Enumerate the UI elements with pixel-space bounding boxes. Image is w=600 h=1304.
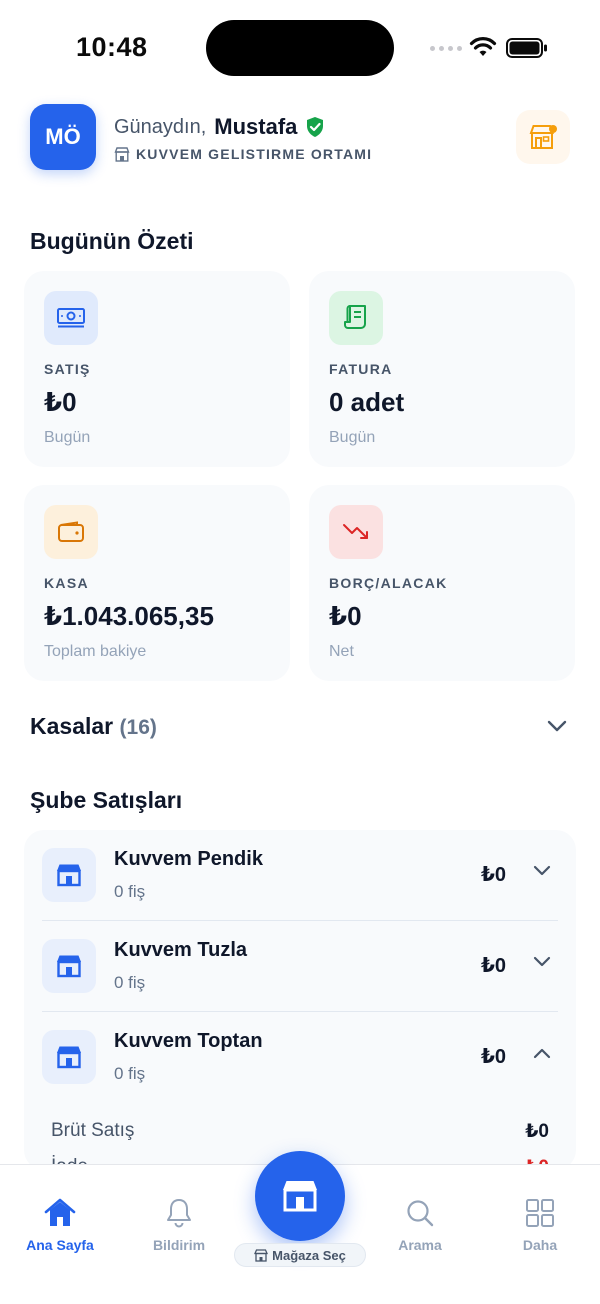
grid-icon xyxy=(526,1199,554,1227)
chevron-down-icon[interactable] xyxy=(546,718,568,734)
cashbox-sub: Toplam bakiye xyxy=(44,643,147,660)
branch-name: Kuvvem Tuzla xyxy=(114,939,247,961)
trend-down-icon xyxy=(329,505,383,559)
greeting-text: Günaydın, xyxy=(114,115,207,138)
branch-sales-panel: Kuvvem Pendik 0 fiş ₺0 Kuvvem Tuzla 0 fi… xyxy=(24,830,576,1170)
greeting: Günaydın, Mustafa xyxy=(114,114,325,140)
branch-receipts: 0 fiş xyxy=(114,1064,146,1083)
branch-name: Kuvvem Toptan xyxy=(114,1030,263,1052)
nav-search[interactable]: Arama xyxy=(365,1195,475,1253)
cashbox-value: ₺1.043.065,35 xyxy=(44,601,214,631)
status-bar: 10:48 xyxy=(0,0,600,96)
wifi-icon xyxy=(469,37,497,56)
cash-icon xyxy=(44,291,98,345)
chevron-down-icon[interactable] xyxy=(532,864,552,878)
sales-value: ₺0 xyxy=(44,387,77,417)
store-select-text: Mağaza Seç xyxy=(272,1247,346,1263)
sales-card[interactable]: SATIŞ ₺0 Bugün xyxy=(24,271,290,467)
store-icon xyxy=(114,146,130,162)
wallet-icon xyxy=(44,505,98,559)
detail-value: ₺0 xyxy=(525,1121,549,1142)
invoice-card[interactable]: FATURA 0 adet Bugün xyxy=(309,271,575,467)
debt-credit-label: BORÇ/ALACAK xyxy=(329,575,448,591)
sales-label: SATIŞ xyxy=(44,361,91,377)
nav-notifications[interactable]: Bildirim xyxy=(124,1195,234,1253)
dynamic-island xyxy=(206,20,394,76)
store-icon xyxy=(42,848,96,902)
clock: 10:48 xyxy=(76,32,148,62)
invoice-label: FATURA xyxy=(329,361,393,377)
branch-sales-title: Şube Satışları xyxy=(30,787,183,813)
chevron-down-icon[interactable] xyxy=(532,955,552,969)
organization-name: KUVVEM GELISTIRME ORTAMI xyxy=(136,146,373,162)
store-icon xyxy=(283,1181,317,1212)
branch-amount: ₺0 xyxy=(480,955,506,977)
invoice-sub: Bugün xyxy=(329,429,376,446)
store-icon xyxy=(42,1030,96,1084)
branch-amount: ₺0 xyxy=(480,1046,506,1068)
receipt-icon xyxy=(329,291,383,345)
store-icon xyxy=(254,1248,269,1262)
nav-more[interactable]: Daha xyxy=(485,1195,595,1253)
battery-icon xyxy=(506,38,547,58)
store-switch-button[interactable] xyxy=(516,110,570,164)
debt-credit-card[interactable]: BORÇ/ALACAK ₺0 Net xyxy=(309,485,575,681)
gross-sales-row: Brüt Satış ₺0 xyxy=(51,1120,549,1142)
nav-more-label: Daha xyxy=(522,1237,558,1253)
branch-receipts: 0 fiş xyxy=(114,882,146,901)
chevron-up-icon[interactable] xyxy=(532,1046,552,1060)
avatar[interactable]: MÖ xyxy=(30,104,96,170)
header: MÖ Günaydın, Mustafa KUVVEM GELISTIRME O… xyxy=(30,104,570,170)
cashbox-card[interactable]: KASA ₺1.043.065,35 Toplam bakiye xyxy=(24,485,290,681)
invoice-value: 0 adet xyxy=(329,387,405,417)
nav-search-label: Arama xyxy=(398,1237,442,1253)
store-notification-icon xyxy=(529,125,557,149)
organization-label: KUVVEM GELISTIRME ORTAMI xyxy=(114,146,372,162)
summary-title: Bugünün Özeti xyxy=(30,228,194,254)
cash-registers-title: Kasalar xyxy=(30,713,114,739)
nav-notifications-label: Bildirim xyxy=(152,1237,206,1253)
home-icon xyxy=(44,1198,76,1226)
store-select-fab[interactable] xyxy=(255,1151,345,1241)
user-name: Mustafa xyxy=(214,114,298,139)
debt-credit-value: ₺0 xyxy=(329,601,362,631)
branch-name: Kuvvem Pendik xyxy=(114,848,263,870)
branch-row-pendik[interactable]: Kuvvem Pendik 0 fiş ₺0 xyxy=(42,830,558,920)
cashbox-label: KASA xyxy=(44,575,89,591)
nav-home-label: Ana Sayfa xyxy=(26,1237,94,1253)
cash-registers-count: (16) xyxy=(119,716,157,739)
detail-label: Brüt Satış xyxy=(51,1120,135,1141)
sales-sub: Bugün xyxy=(44,429,91,446)
branch-row-tuzla[interactable]: Kuvvem Tuzla 0 fiş ₺0 xyxy=(42,921,558,1011)
cash-registers-toggle[interactable]: Kasalar (16) xyxy=(30,713,570,740)
branch-row-toptan[interactable]: Kuvvem Toptan 0 fiş ₺0 xyxy=(42,1012,558,1102)
debt-credit-sub: Net xyxy=(329,643,354,660)
cellular-signal-icon xyxy=(430,46,462,51)
store-icon xyxy=(42,939,96,993)
nav-home[interactable]: Ana Sayfa xyxy=(5,1195,115,1253)
branch-receipts: 0 fiş xyxy=(114,973,146,992)
branch-amount: ₺0 xyxy=(480,864,506,886)
store-select-label[interactable]: Mağaza Seç xyxy=(234,1243,366,1267)
bell-icon xyxy=(167,1199,191,1228)
verified-shield-icon xyxy=(307,117,324,137)
search-icon xyxy=(407,1200,434,1227)
